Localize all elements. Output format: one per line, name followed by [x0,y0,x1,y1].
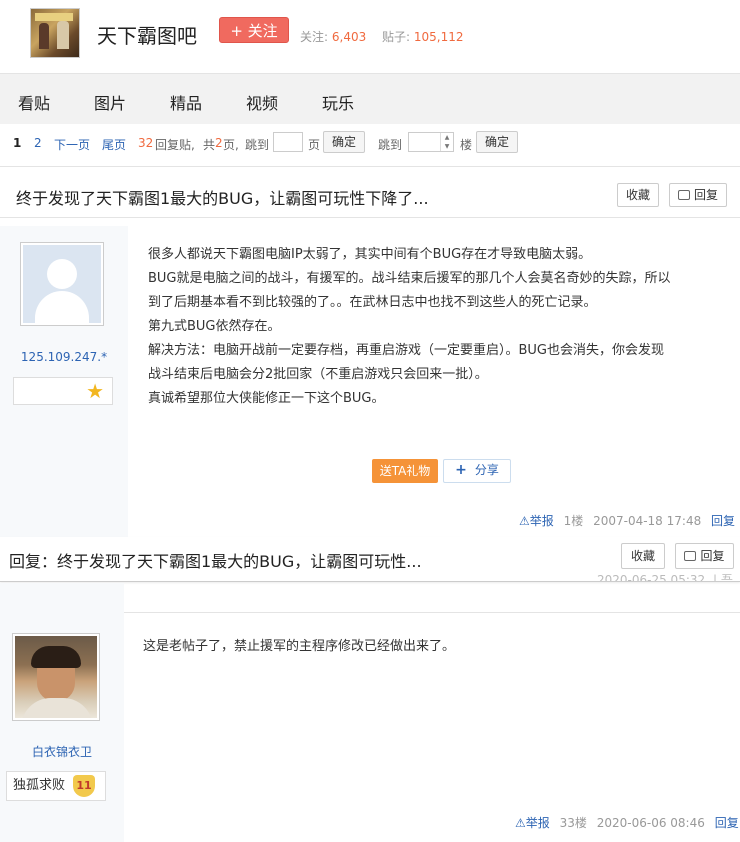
thread-reply-button[interactable]: 回复 [669,183,727,207]
post-1-line: 到了后期基本看不到比较强的了。。在武林日志中也找不到这些人的死亡记录。 [148,295,597,310]
post-1-reply-link[interactable]: 回复 [711,514,735,528]
post-1-line: 解决方法：电脑开战前一定要存档，再重启游戏（一定要重启）。BUG也会消失，你会发… [148,343,665,358]
post-2-content: 这是老帖子了，禁止援军的主程序修改已经做出来了。 [143,639,456,654]
post-2-report-link[interactable]: ⚠举报 [515,816,550,830]
tab-videos[interactable]: 视频 [246,90,278,114]
post-2-floor: 33楼 [559,816,587,830]
tab-images[interactable]: 图片 [94,90,126,114]
sticky-reply-button[interactable]: 回复 [675,543,734,569]
spin-up-icon[interactable]: ▲ [440,133,453,142]
tab-posts[interactable]: 看贴 [18,90,50,114]
jump-page-label: 跳到 [245,138,270,152]
sticky-favorite-button[interactable]: 收藏 [621,543,665,569]
forum-header: 天下霸图吧 + 关注 关注: 6,403 贴子: 105,112 [0,0,740,72]
total-pages-suffix: 页, [223,138,239,152]
post-1-content: 很多人都说天下霸图电脑IP太弱了，其实中间有个BUG存在才导致电脑太弱。 BUG… [148,243,671,411]
jump-page-input[interactable] [273,132,303,152]
pagination-bar: 1 2 下一页 尾页 32 回复贴, 共 2 页, 跳到 页 确定 跳到 ▲ ▼… [0,124,740,167]
post-2-author-panel: 白衣锦衣卫 独孤求败 11 [0,583,124,842]
page-2-link[interactable]: 2 [34,136,42,150]
avatar[interactable] [20,242,104,326]
post-1-author-panel: 125.109.247.* ★ [0,226,128,537]
posts-count: 105,112 [413,30,464,44]
warning-icon: ⚠ [515,816,526,830]
partial-meta: 2020-06-25 05:32 | 吾 [597,571,733,581]
partial-time: 2020-06-25 05:32 [597,573,706,581]
floor-unit-label: 楼 [460,138,473,152]
post-1-line: 战斗结束后电脑会分2批回家（不重启游戏只会回来一批）。 [148,367,488,382]
thread-reply-label: 回复 [693,188,718,202]
post-1-line: 真诚希望那位大侠能修正一下这个BUG。 [148,391,385,406]
post-1-username[interactable]: 125.109.247.* [0,350,128,364]
jump-page-confirm-button[interactable]: 确定 [323,131,365,153]
post-1-time: 2007-04-18 17:48 [593,514,702,528]
post-1-line: BUG就是电脑之间的战斗，有援军的。战斗结束后援军的那几个人会莫名奇妙的失踪，所… [148,271,671,286]
last-page-link[interactable]: 尾页 [102,136,126,153]
posts-stat: 贴子: 105,112 [382,28,464,45]
tab-fun[interactable]: 玩乐 [322,90,354,114]
post-1-report-link[interactable]: ⚠举报 [519,514,554,528]
post-1-floor: 1楼 [563,514,584,528]
thread-title: 终于发现了天下霸图1最大的BUG，让霸图可玩性下降了... [16,189,429,208]
forum-nav: 看贴 图片 精品 视频 玩乐 [0,73,740,124]
post-2-reply-link[interactable]: 回复 [715,816,739,830]
jump-floor-input[interactable]: ▲ ▼ [408,132,454,152]
post-1-meta: ⚠举报 1楼 2007-04-18 17:48 回复 [519,512,735,529]
post-1-line: 第九式BUG依然存在。 [148,319,281,334]
tab-featured[interactable]: 精品 [170,90,202,114]
reply-count-label: 回复贴, [155,138,195,152]
post-2-username[interactable]: 白衣锦衣卫 [0,743,124,760]
comment-icon [677,190,690,200]
jump-floor-confirm-button[interactable]: 确定 [476,131,518,153]
reply-count: 32 [138,136,154,150]
post-1-level-box: ★ [13,377,113,405]
warning-icon: ⚠ [519,514,530,528]
sticky-title: 回复：终于发现了天下霸图1最大的BUG，让霸图可玩性... [9,552,422,571]
star-icon: ★ [86,379,104,403]
favorite-button[interactable]: 收藏 [617,183,659,207]
send-gift-button[interactable]: 送TA礼物 [372,459,438,483]
followers-count: 6,403 [331,30,367,44]
sticky-reply-label: 回复 [700,549,725,563]
post-2-level-box: 独孤求败 11 [6,771,106,801]
post-2-time: 2020-06-06 08:46 [596,816,705,830]
total-pages-prefix: 共 [203,138,216,152]
forum-name[interactable]: 天下霸图吧 [97,20,197,49]
page-current: 1 [13,136,22,150]
followers-stat: 关注: 6,403 [300,28,366,45]
posts-label: 贴子: [382,30,411,44]
sticky-title-bar: 回复：终于发现了天下霸图1最大的BUG，让霸图可玩性... 收藏 回复 2020… [0,537,740,582]
post-1-line: 很多人都说天下霸图电脑IP太弱了，其实中间有个BUG存在才导致电脑太弱。 [148,247,592,262]
share-label: 分享 [474,463,499,477]
next-page-link[interactable]: 下一页 [54,136,90,153]
level-name: 独孤求败 [13,778,66,793]
total-pages-count: 2 [215,136,223,150]
page-unit-label: 页 [308,138,321,152]
avatar[interactable] [12,633,100,721]
jump-floor-label: 跳到 [378,138,403,152]
share-button[interactable]: + 分享 [443,459,511,483]
followers-label: 关注: [300,30,329,44]
partial-suffix: | 吾 [712,573,733,581]
comment-icon [684,551,697,561]
follow-button[interactable]: + 关注 [219,17,289,43]
thread-title-bar: 终于发现了天下霸图1最大的BUG，让霸图可玩性下降了... 收藏 回复 [0,167,740,218]
forum-logo[interactable] [30,8,80,58]
post-2-meta: ⚠举报 33楼 2020-06-06 08:46 回复 [515,814,739,831]
level-badge-icon: 11 [73,775,95,797]
plus-icon: + [455,462,467,478]
spin-down-icon[interactable]: ▼ [440,142,453,151]
